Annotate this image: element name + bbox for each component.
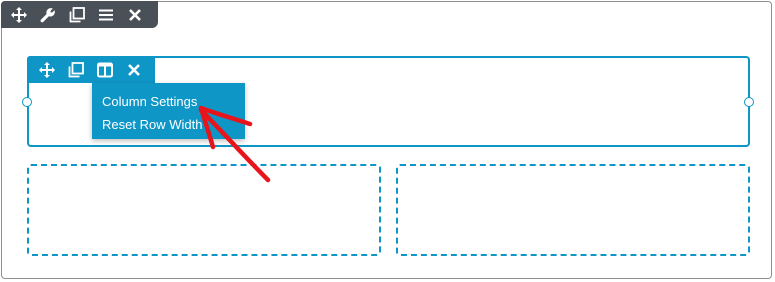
column-dropzone-right[interactable] (396, 164, 750, 256)
row-resize-handle-left[interactable] (22, 97, 32, 107)
row-move-button[interactable] (38, 61, 56, 79)
row-duplicate-button[interactable] (67, 61, 85, 79)
row-toolbar (27, 56, 155, 83)
menu-item-reset-row-width[interactable]: Reset Row Width (92, 113, 245, 136)
close-icon (129, 8, 141, 21)
columns-icon (97, 62, 113, 77)
menu-icon (99, 9, 113, 20)
settings-button[interactable] (39, 6, 57, 24)
close-button[interactable] (126, 6, 144, 24)
close-icon (128, 63, 140, 76)
row-resize-handle-right[interactable] (744, 97, 754, 107)
duplicate-icon (68, 61, 84, 77)
column-dropdown-menu: Column Settings Reset Row Width (92, 83, 245, 139)
module-toolbar (1, 1, 158, 28)
move-icon (11, 6, 27, 23)
wrench-icon (40, 7, 55, 22)
row-close-button[interactable] (125, 61, 143, 79)
row-columns-button[interactable] (96, 61, 114, 79)
move-icon (39, 61, 55, 78)
menu-button[interactable] (97, 6, 115, 24)
duplicate-button[interactable] (68, 6, 86, 24)
move-button[interactable] (10, 6, 28, 24)
menu-item-column-settings[interactable]: Column Settings (92, 90, 245, 113)
column-dropzone-left[interactable] (27, 164, 381, 256)
duplicate-icon (69, 6, 85, 22)
